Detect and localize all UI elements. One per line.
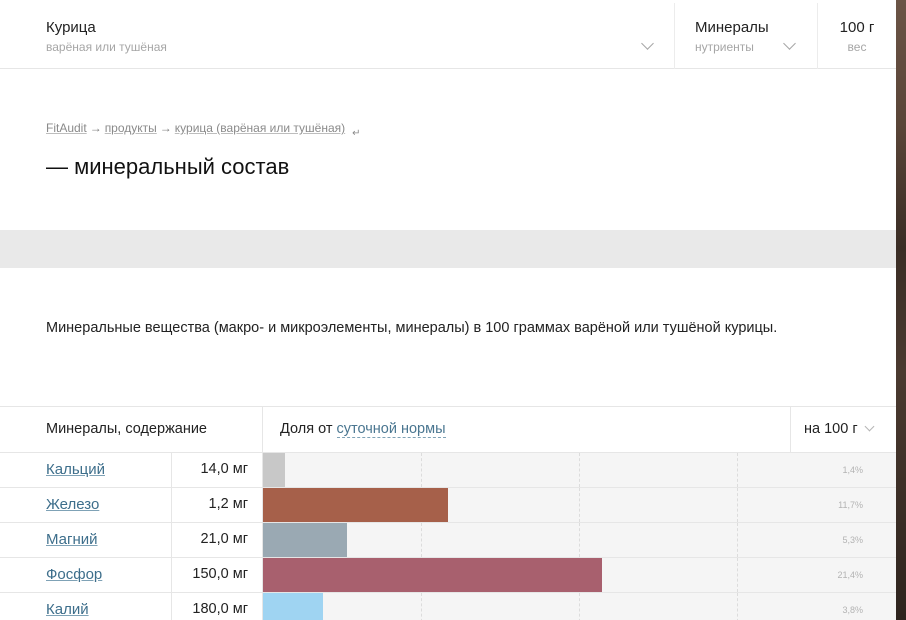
- breadcrumb-link-fitaudit[interactable]: FitAudit: [46, 121, 87, 135]
- section-divider-band: [0, 230, 896, 268]
- column-header-minerals: Минералы, содержание: [46, 421, 208, 437]
- per-amount-selector[interactable]: на 100 г: [804, 421, 875, 437]
- daily-norm-track: 21,4%: [263, 558, 896, 592]
- breadcrumb-separator: →: [159, 121, 172, 135]
- table-row: Калий 180,0 мг 3,8%: [0, 593, 896, 620]
- daily-norm-track: 1,4%: [263, 453, 896, 487]
- weight-selector-label: вес: [847, 40, 867, 54]
- gridline: [579, 523, 580, 557]
- column-header-daily-norm: Доля от суточной нормы: [280, 421, 446, 438]
- food-selector[interactable]: Курица варёная или тушёная: [0, 3, 675, 69]
- mineral-link[interactable]: Калий: [46, 601, 89, 618]
- gridline: [421, 523, 422, 557]
- nutrients-selector-title: Минералы: [695, 19, 769, 36]
- amount-value: 21,0 мг: [200, 531, 248, 547]
- food-selector-subtitle: варёная или тушёная: [46, 40, 167, 54]
- daily-norm-bar: [263, 453, 285, 487]
- table-header: Минералы, содержание Доля от суточной но…: [0, 406, 896, 453]
- amount-value: 150,0 мг: [192, 566, 248, 582]
- amount-value: 1,2 мг: [208, 496, 248, 512]
- page: Курица варёная или тушёная Минералы нутр…: [0, 0, 896, 620]
- breadcrumb-separator: →: [89, 121, 102, 135]
- chevron-down-icon: [864, 421, 875, 432]
- daily-norm-percent: 21,4%: [837, 570, 863, 580]
- daily-norm-track: 11,7%: [263, 488, 896, 522]
- daily-norm-percent: 3,8%: [842, 605, 863, 615]
- amount-cell: 180,0 мг: [171, 593, 263, 620]
- daily-norm-percent: 5,3%: [842, 535, 863, 545]
- breadcrumb-link-chicken[interactable]: курица (варёная или тушёная): [175, 121, 345, 135]
- right-background-strip: [896, 0, 906, 620]
- gridline: [579, 453, 580, 487]
- gridline: [737, 453, 738, 487]
- chevron-down-icon: [641, 37, 654, 50]
- daily-norm-bar: [263, 558, 602, 592]
- daily-norm-track: 3,8%: [263, 593, 896, 620]
- amount-cell: 150,0 мг: [171, 558, 263, 592]
- gridline: [737, 593, 738, 620]
- daily-norm-track: 5,3%: [263, 523, 896, 557]
- gridline: [421, 593, 422, 620]
- daily-norm-bar: [263, 488, 448, 522]
- column-divider: [790, 407, 791, 453]
- intro-text: Минеральные вещества (макро- и микроэлем…: [46, 320, 778, 336]
- chevron-down-icon: [783, 37, 796, 50]
- mineral-link[interactable]: Железо: [46, 496, 99, 513]
- gridline: [579, 593, 580, 620]
- daily-norm-bar: [263, 523, 347, 557]
- nutrients-selector-subtitle: нутриенты: [695, 40, 754, 54]
- mineral-link[interactable]: Кальций: [46, 461, 105, 478]
- amount-value: 14,0 мг: [200, 461, 248, 477]
- table-row: Магний 21,0 мг 5,3%: [0, 523, 896, 558]
- nutrients-selector[interactable]: Минералы нутриенты: [675, 3, 818, 69]
- daily-norm-percent: 11,7%: [838, 500, 863, 510]
- column-divider: [262, 407, 263, 453]
- amount-cell: 21,0 мг: [171, 523, 263, 557]
- selector-bar: Курица варёная или тушёная Минералы нутр…: [0, 3, 896, 69]
- breadcrumb-link-products[interactable]: продукты: [105, 121, 157, 135]
- weight-selector-value: 100 г: [839, 19, 875, 36]
- mineral-link[interactable]: Фосфор: [46, 566, 102, 583]
- gridline: [421, 453, 422, 487]
- return-arrow-icon[interactable]: ↵: [352, 128, 360, 139]
- food-selector-title: Курица: [46, 19, 96, 36]
- gridline: [737, 523, 738, 557]
- gridline: [737, 488, 738, 522]
- per-amount-label: на 100 г: [804, 421, 858, 437]
- daily-norm-link[interactable]: суточной нормы: [336, 421, 446, 438]
- column-header-daily-norm-prefix: Доля от: [280, 421, 333, 437]
- table-row: Фосфор 150,0 мг 21,4%: [0, 558, 896, 593]
- mineral-link[interactable]: Магний: [46, 531, 98, 548]
- daily-norm-bar: [263, 593, 323, 620]
- weight-selector[interactable]: 100 г вес: [818, 3, 896, 69]
- table-row: Железо 1,2 мг 11,7%: [0, 488, 896, 523]
- amount-cell: 14,0 мг: [171, 453, 263, 487]
- amount-value: 180,0 мг: [192, 601, 248, 617]
- gridline: [579, 488, 580, 522]
- gridline: [737, 558, 738, 592]
- daily-norm-percent: 1,4%: [842, 465, 863, 475]
- breadcrumb: FitAudit → продукты → курица (варёная или ту…: [46, 121, 361, 139]
- table-row: Кальций 14,0 мг 1,4%: [0, 453, 896, 488]
- amount-cell: 1,2 мг: [171, 488, 263, 522]
- page-title: — минеральный состав: [46, 154, 290, 179]
